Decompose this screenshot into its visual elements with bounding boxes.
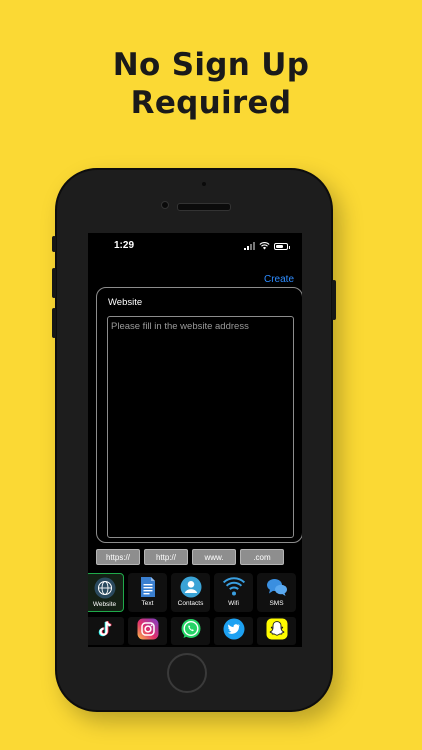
headline-line-2: Required [130, 85, 292, 121]
type-website-label: Website [92, 601, 117, 608]
snapchat-icon [266, 618, 288, 644]
type-tiktok-button[interactable] [88, 617, 124, 645]
type-twitter-button[interactable] [214, 617, 253, 645]
battery-icon [274, 242, 290, 250]
website-address-field[interactable] [107, 316, 294, 538]
type-snapchat-button[interactable] [257, 617, 296, 645]
phone-speaker [177, 203, 231, 211]
home-button[interactable] [167, 653, 207, 693]
wifi-icon [222, 576, 245, 598]
twitter-icon [223, 618, 245, 644]
wifi-status-icon [259, 242, 270, 250]
create-button[interactable]: Create [264, 274, 294, 285]
type-sms-button[interactable]: SMS [257, 573, 296, 612]
qr-type-selector: Website Text Contacts Wifi SMS [88, 573, 299, 613]
phone-frame: 1:29 Create Website Please fill in the w… [52, 168, 336, 712]
contact-icon [180, 576, 202, 598]
card-title: Website [108, 297, 143, 308]
phone-top-sensor [202, 182, 206, 186]
headline: No Sign Up Required [0, 46, 422, 122]
type-website-button[interactable]: Website [88, 573, 124, 612]
status-time: 1:29 [114, 240, 135, 251]
chat-bubbles-icon [266, 576, 288, 598]
shortcut-www-button[interactable]: www. [192, 549, 236, 565]
shortcut-com-button[interactable]: .com [240, 549, 284, 565]
type-text-label: Text [141, 600, 154, 607]
type-sms-label: SMS [269, 600, 284, 607]
phone-power-button [332, 280, 336, 320]
whatsapp-icon [180, 618, 202, 644]
status-bar: 1:29 [88, 233, 302, 255]
social-type-selector [88, 617, 299, 647]
globe-icon [94, 577, 116, 599]
type-contacts-button[interactable]: Contacts [171, 573, 210, 612]
type-contacts-label: Contacts [177, 600, 204, 607]
type-text-button[interactable]: Text [128, 573, 167, 612]
front-camera [161, 201, 169, 209]
type-wifi-button[interactable]: Wifi [214, 573, 253, 612]
phone-mute-switch [52, 236, 56, 252]
type-instagram-button[interactable] [128, 617, 167, 645]
phone-volume-down [52, 308, 56, 338]
tiktok-icon [96, 620, 114, 642]
website-input-card: Website [96, 287, 302, 543]
headline-line-1: No Sign Up [112, 47, 310, 83]
cellular-signal-icon [244, 242, 255, 250]
shortcut-https-button[interactable]: https:// [96, 549, 140, 565]
status-icons [244, 241, 290, 251]
type-whatsapp-button[interactable] [171, 617, 210, 645]
type-wifi-label: Wifi [228, 600, 239, 607]
phone-volume-up [52, 268, 56, 298]
instagram-icon [137, 618, 159, 644]
app-screen: 1:29 Create Website Please fill in the w… [88, 233, 302, 647]
shortcut-http-button[interactable]: http:// [144, 549, 188, 565]
url-shortcut-bar: https:// http:// www. .com [96, 549, 302, 565]
document-icon [137, 576, 159, 598]
